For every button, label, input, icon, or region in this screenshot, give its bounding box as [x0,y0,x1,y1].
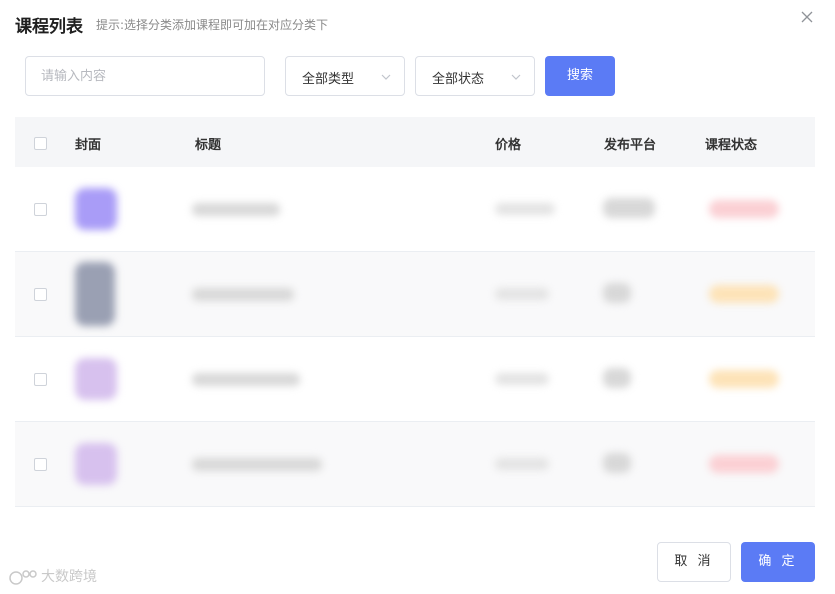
dialog-hint: 提示:选择分类添加课程即可加在对应分类下 [96,18,329,32]
confirm-button[interactable]: 确 定 [741,542,815,582]
row-checkbox[interactable] [34,203,47,216]
course-status-badge [709,370,779,388]
course-cover [75,262,115,326]
select-all-checkbox[interactable] [34,137,47,150]
search-input[interactable] [25,56,265,96]
course-platform [603,368,631,388]
course-table: 封面 标题 价格 发布平台 课程状态 [15,117,815,507]
table-row[interactable] [15,337,815,422]
table-row[interactable] [15,167,815,252]
course-list-dialog: 课程列表 提示:选择分类添加课程即可加在对应分类下 全部类型 全部状态 搜索 封… [0,0,835,594]
course-price [495,458,549,470]
column-header-cover: 封面 [75,138,102,153]
row-checkbox[interactable] [34,373,47,386]
status-select-value: 全部状态 [432,72,485,87]
watermark: 大数跨境 [8,566,97,586]
course-price [495,203,555,215]
column-header-price: 价格 [495,138,522,153]
course-platform [603,283,631,303]
table-row[interactable] [15,252,815,337]
cancel-button[interactable]: 取 消 [657,542,731,582]
course-title [192,458,322,471]
course-price [495,373,549,385]
search-button[interactable]: 搜索 [545,56,615,96]
watermark-logo-icon [9,570,37,585]
row-checkbox[interactable] [34,288,47,301]
course-cover [75,443,117,485]
row-checkbox[interactable] [34,458,47,471]
course-cover [75,188,117,230]
chevron-down-icon [511,74,521,80]
course-status-badge [709,285,779,303]
course-cover [75,358,117,400]
chevron-down-icon [381,74,391,80]
status-select[interactable]: 全部状态 [415,56,535,96]
dialog-title: 课程列表 [15,17,83,37]
close-icon [801,11,813,23]
table-row[interactable] [15,422,815,507]
course-platform [603,453,631,473]
course-title [192,373,300,386]
course-status-badge [709,455,779,473]
course-status-badge [709,200,779,218]
course-title [192,288,294,301]
column-header-status: 课程状态 [705,138,758,153]
watermark-text: 大数跨境 [41,569,97,585]
course-price [495,288,549,300]
table-header: 封面 标题 价格 发布平台 课程状态 [15,117,815,167]
course-title [192,203,280,216]
column-header-platform: 发布平台 [604,138,657,153]
type-select[interactable]: 全部类型 [285,56,405,96]
course-platform [603,198,655,218]
type-select-value: 全部类型 [302,72,355,87]
close-button[interactable] [798,8,816,26]
column-header-title: 标题 [195,138,222,153]
